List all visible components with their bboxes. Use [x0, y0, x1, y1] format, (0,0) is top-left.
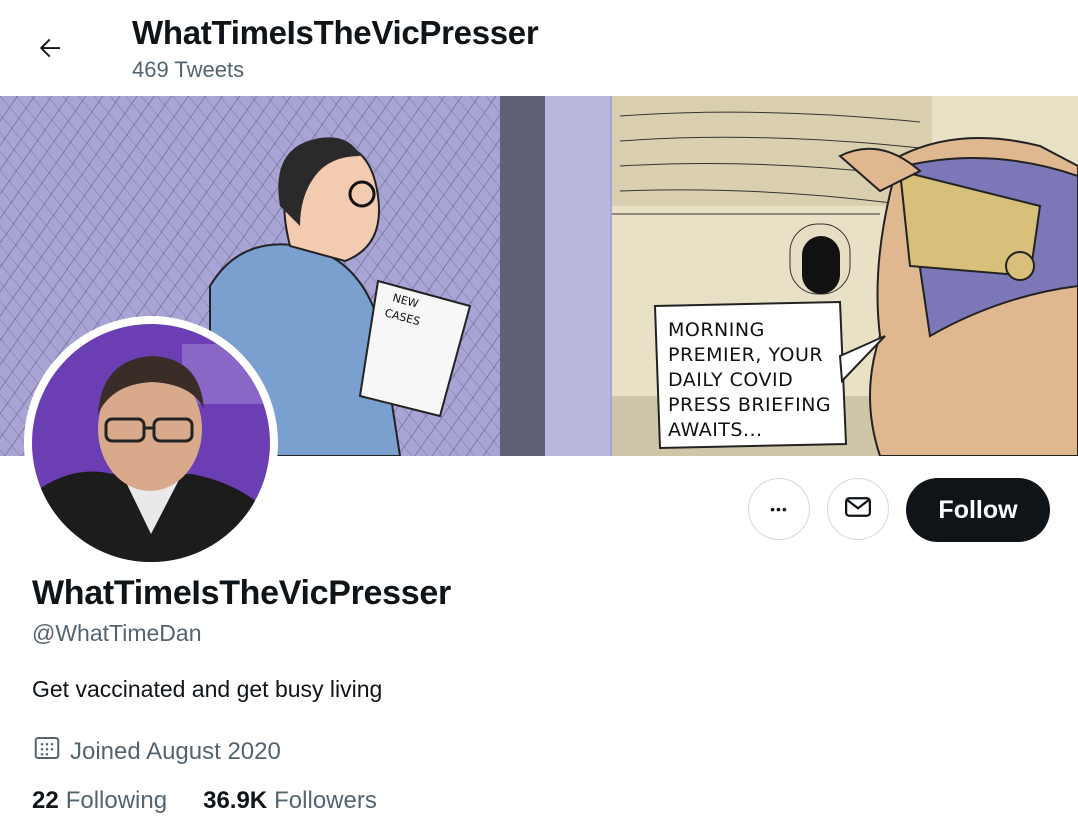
back-button[interactable]	[28, 28, 72, 72]
followers-link[interactable]: 36.9K Followers	[203, 787, 377, 815]
bubble-line-1: MORNING	[668, 319, 765, 341]
followers-count: 36.9K	[203, 787, 268, 814]
bubble-line-2: PREMIER, YOUR	[668, 344, 823, 366]
envelope-icon	[843, 492, 873, 527]
following-count: 22	[32, 787, 59, 814]
display-name: WhatTimeIsTheVicPresser	[32, 574, 451, 612]
joined-date: Joined August 2020	[32, 733, 281, 770]
profile-header: WhatTimeIsTheVicPresser 469 Tweets	[0, 0, 1078, 96]
more-horizontal-icon: •••	[770, 501, 788, 517]
more-button[interactable]: •••	[748, 478, 810, 540]
followers-label: Followers	[274, 787, 377, 814]
follow-stats: 22 Following 36.9K Followers	[32, 787, 413, 815]
message-button[interactable]	[827, 478, 889, 540]
joined-text: Joined August 2020	[70, 737, 281, 765]
tweet-count: 469 Tweets	[132, 57, 245, 82]
arrow-left-icon	[35, 33, 65, 68]
calendar-icon	[32, 733, 70, 770]
handle: @WhatTimeDan	[32, 620, 202, 646]
bubble-line-3: DAILY COVID	[668, 369, 793, 391]
avatar[interactable]	[32, 324, 270, 562]
following-link[interactable]: 22 Following	[32, 787, 167, 815]
follow-button[interactable]: Follow	[906, 478, 1050, 542]
header-title: WhatTimeIsTheVicPresser	[132, 14, 539, 51]
bubble-line-4: PRESS BRIEFING	[668, 394, 831, 416]
avatar-photo	[32, 324, 270, 562]
bubble-line-5: AWAITS...	[668, 419, 763, 441]
following-label: Following	[65, 787, 168, 814]
bio: Get vaccinated and get busy living	[32, 676, 383, 702]
